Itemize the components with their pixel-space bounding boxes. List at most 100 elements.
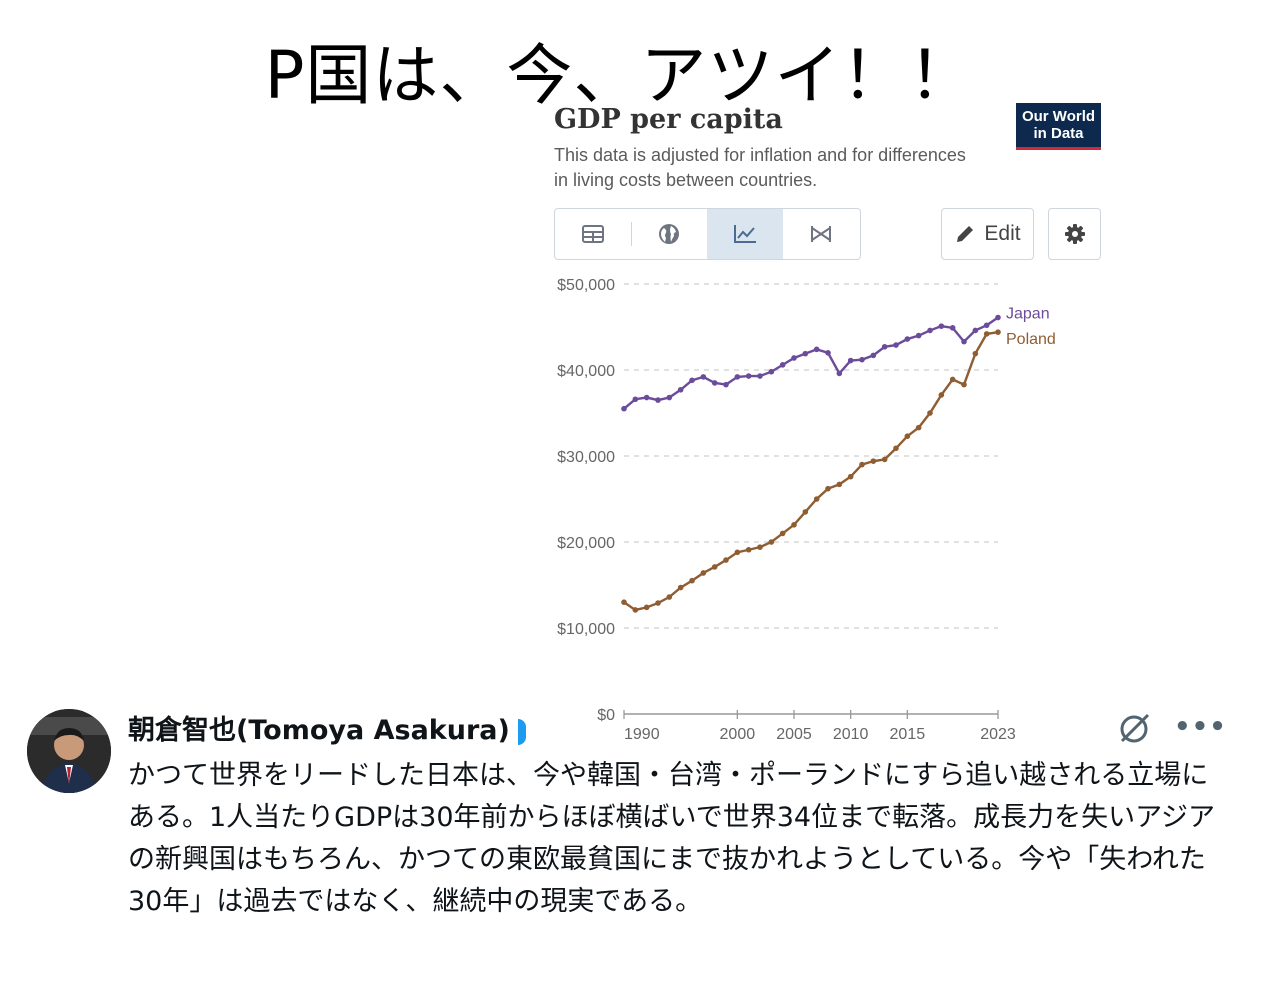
data-point [802, 350, 809, 357]
table-icon [582, 225, 604, 243]
data-point [927, 410, 933, 416]
tab-chart[interactable] [707, 209, 783, 259]
avatar[interactable] [27, 709, 111, 793]
chart-subtitle: This data is adjusted for inflation and … [554, 145, 966, 190]
series-label: Japan [1006, 306, 1050, 323]
x-tick-label: 2005 [776, 726, 812, 743]
data-point [893, 342, 899, 348]
data-point [700, 374, 707, 380]
data-point [949, 325, 956, 331]
data-point [689, 377, 695, 384]
data-point [643, 604, 650, 611]
data-point [915, 424, 922, 431]
data-point [983, 322, 990, 329]
settings-button[interactable] [1048, 208, 1101, 260]
data-point [734, 374, 741, 380]
data-point [813, 496, 820, 502]
data-point [779, 530, 786, 537]
y-tick-label: $10,000 [557, 621, 615, 638]
slope-chart-icon [811, 226, 831, 242]
data-point [621, 405, 627, 412]
logo-line-2: in Data [1033, 125, 1084, 142]
data-point [643, 394, 650, 401]
data-point [632, 396, 639, 403]
tab-slope[interactable] [783, 209, 859, 259]
tab-map[interactable] [631, 209, 707, 259]
tweet-text: かつて世界をリードした日本は、今や韓国・台湾・ポーランドにすら追い越される立場に… [128, 760, 1215, 917]
data-point [723, 381, 729, 388]
data-point [949, 376, 956, 383]
data-point [961, 381, 967, 388]
series-label: Poland [1006, 331, 1056, 348]
author-name[interactable]: 朝倉智也(Tomoya Asakura) [128, 708, 526, 747]
data-point [938, 392, 945, 398]
data-point [881, 456, 888, 463]
x-tick-label: 2015 [890, 726, 926, 743]
data-point [825, 350, 831, 356]
grok-icon[interactable] [1116, 710, 1152, 746]
data-point [655, 600, 661, 606]
y-tick-label: $30,000 [557, 449, 615, 466]
data-point [768, 539, 775, 545]
y-tick-label: $20,000 [557, 535, 615, 552]
data-point [893, 445, 899, 452]
data-point [813, 346, 820, 353]
data-point [757, 544, 763, 550]
data-point [915, 332, 922, 339]
data-point [825, 485, 831, 492]
y-tick-label: $50,000 [557, 277, 615, 294]
data-point [995, 314, 1001, 321]
data-point [711, 380, 718, 386]
data-point [881, 343, 888, 350]
logo-line-1: Our World [1021, 108, 1096, 125]
data-point [757, 373, 763, 379]
data-point [632, 607, 639, 613]
chart-title: GDP per capita [554, 104, 783, 135]
data-point [666, 394, 673, 401]
gear-icon [1064, 224, 1085, 244]
data-point [723, 557, 729, 563]
data-point [745, 373, 752, 379]
data-point [859, 356, 865, 363]
data-point [904, 433, 911, 440]
our-world-in-data-logo[interactable]: Our World in Data [1016, 103, 1101, 150]
more-options-icon[interactable]: ••• [1174, 712, 1227, 742]
x-tick-label: 2023 [980, 726, 1016, 743]
data-point [859, 461, 865, 468]
data-point [972, 327, 979, 334]
data-point [802, 509, 809, 515]
chart-view-tabs [554, 208, 861, 260]
x-tick-label: 1990 [624, 726, 660, 743]
data-point [655, 397, 661, 403]
data-point [621, 599, 627, 605]
data-point [677, 584, 684, 591]
pencil-icon [957, 226, 974, 242]
edit-label: Edit [984, 222, 1021, 245]
x-tick-label: 2000 [720, 726, 756, 743]
data-point [836, 481, 843, 488]
x-tick-label: 2010 [833, 726, 869, 743]
data-point [870, 458, 877, 464]
line-chart-icon [734, 225, 756, 243]
data-point [700, 570, 707, 576]
data-point [791, 355, 797, 361]
data-point [711, 564, 718, 570]
data-point [983, 331, 990, 337]
data-point [768, 368, 775, 375]
tab-table[interactable] [555, 209, 631, 259]
y-tick-label: $0 [597, 707, 615, 724]
data-point [847, 357, 854, 364]
data-point [677, 386, 684, 393]
data-point [666, 594, 673, 600]
data-point [779, 362, 786, 368]
data-point [791, 522, 797, 528]
gdp-line-chart: $0 $10,000 $20,000 $30,000 $40,000 $50,000 199… [557, 277, 1056, 743]
data-point [972, 350, 979, 357]
data-point [734, 549, 741, 556]
data-point [847, 473, 854, 480]
y-tick-label: $40,000 [557, 363, 615, 380]
data-point [745, 546, 752, 553]
author-name-text: 朝倉智也(Tomoya Asakura) [128, 715, 510, 746]
data-point [904, 336, 911, 342]
edit-button[interactable]: Edit [941, 208, 1034, 260]
